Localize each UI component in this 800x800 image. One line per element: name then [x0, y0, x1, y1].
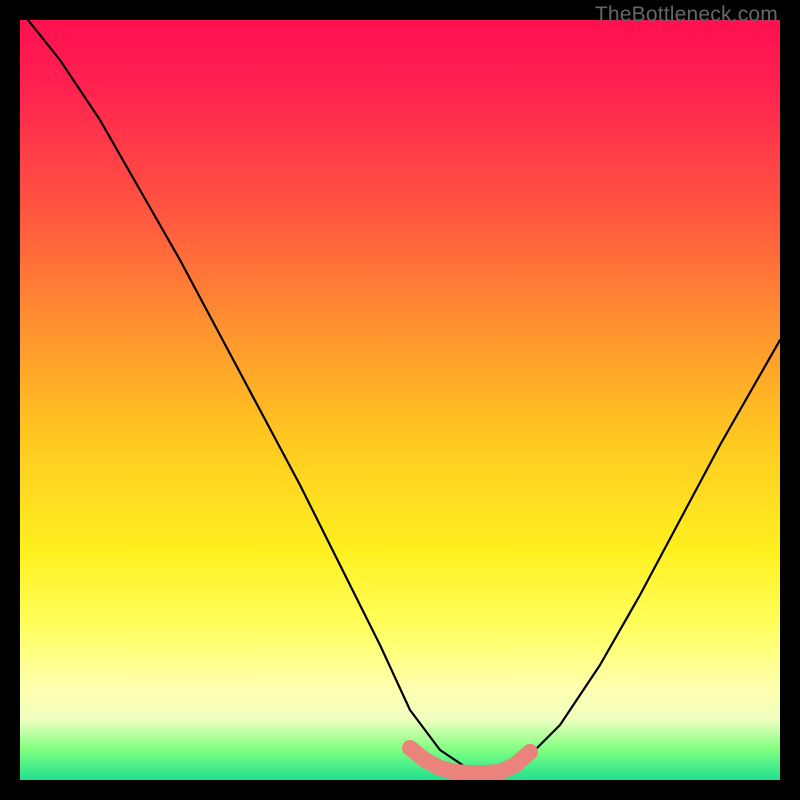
chart-svg — [20, 20, 780, 780]
bottleneck-curve — [20, 20, 780, 770]
optimal-range-marker — [410, 748, 530, 773]
watermark-text: TheBottleneck.com — [595, 3, 778, 27]
chart-container: TheBottleneck.com — [0, 0, 800, 800]
